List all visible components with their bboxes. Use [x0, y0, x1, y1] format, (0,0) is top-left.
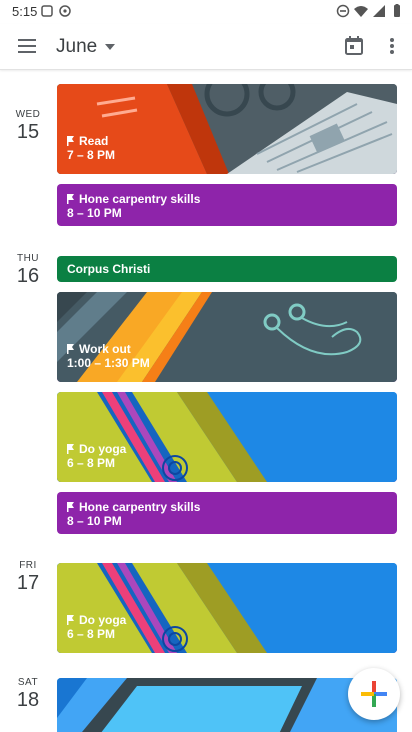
status-left-icons: [40, 4, 72, 18]
event-do-yoga[interactable]: Do yoga 6 – 8 PM: [57, 392, 397, 482]
event-text: Do yoga 6 – 8 PM: [67, 613, 126, 641]
event-title: Do yoga: [79, 613, 127, 627]
event-title: Read: [79, 134, 109, 148]
event-text: Read 7 – 8 PM: [67, 134, 115, 162]
event-time: 7 – 8 PM: [67, 148, 116, 162]
event-read[interactable]: Read 7 – 8 PM: [57, 84, 397, 174]
event-text: Work out 1:00 – 1:30 PM: [67, 342, 150, 370]
chevron-down-icon: [105, 44, 116, 50]
more-options-button[interactable]: [384, 34, 400, 58]
event-text: Corpus Christi: [67, 262, 150, 276]
day-of-week: SAT: [17, 677, 39, 688]
day-of-week: FRI: [19, 560, 37, 571]
month-selector[interactable]: June: [56, 34, 116, 60]
create-event-button[interactable]: [348, 668, 400, 720]
event-title: Hone carpentry skills: [79, 192, 201, 206]
event-title: Work out: [79, 342, 131, 356]
event-time: 8 – 10 PM: [67, 206, 122, 220]
day-number: 15: [16, 121, 40, 143]
day-label-wed-15[interactable]: WED 15: [0, 109, 56, 144]
event-corpus-christi[interactable]: Corpus Christi: [57, 256, 397, 282]
event-hone-carpentry-skills[interactable]: Hone carpentry skills 8 – 10 PM: [57, 492, 397, 534]
event-time: 1:00 – 1:30 PM: [67, 356, 150, 370]
flag-icon: [67, 194, 74, 204]
event-text: Do yoga 6 – 8 PM: [67, 442, 126, 470]
menu-icon: [18, 39, 36, 53]
day-of-week: THU: [16, 253, 40, 264]
dnd-icon: [336, 4, 350, 18]
day-number: 16: [16, 265, 40, 287]
battery-icon: [394, 4, 400, 17]
calendar-today-icon: [345, 36, 363, 55]
signal-icon: [373, 5, 385, 17]
sync-icon: [59, 5, 71, 17]
event-hone-carpentry-skills[interactable]: Hone carpentry skills 8 – 10 PM: [57, 184, 397, 226]
app-bar: June: [0, 24, 412, 70]
today-button[interactable]: [342, 34, 366, 58]
laptop-illustration: [57, 678, 397, 732]
day-number: 17: [16, 572, 40, 594]
event-title: Hone carpentry skills: [79, 500, 201, 514]
day-label-fri-17[interactable]: FRI 17: [0, 560, 56, 595]
event-title: Corpus Christi: [67, 262, 151, 276]
more-vert-icon: [390, 38, 394, 54]
day-label-sat-18[interactable]: SAT 18: [0, 677, 56, 712]
menu-button[interactable]: [14, 34, 42, 58]
wifi-icon: [354, 6, 368, 17]
status-bar: 5:15: [0, 0, 412, 24]
status-time: 5:15: [12, 4, 38, 19]
flag-icon: [67, 136, 74, 146]
day-label-thu-16[interactable]: THU 16: [0, 253, 56, 288]
event-time: 6 – 8 PM: [67, 456, 116, 470]
day-of-week: WED: [15, 109, 41, 120]
notification-icon: [41, 5, 53, 17]
event-work-out[interactable]: Work out 1:00 – 1:30 PM: [57, 292, 397, 382]
event-time: 6 – 8 PM: [67, 627, 116, 641]
event-partial[interactable]: [57, 678, 397, 732]
event-text: Hone carpentry skills 8 – 10 PM: [67, 500, 200, 528]
flag-icon: [67, 502, 74, 512]
flag-icon: [67, 344, 74, 354]
flag-icon: [67, 444, 74, 454]
flag-icon: [67, 615, 74, 625]
month-label: June: [56, 36, 98, 57]
schedule-list[interactable]: WED 15 Read 7 – 8 PM Hone carpentry skil…: [0, 71, 412, 732]
event-text: Hone carpentry skills 8 – 10 PM: [67, 192, 200, 220]
event-time: 8 – 10 PM: [67, 514, 122, 528]
status-right-icons: [336, 4, 404, 18]
event-title: Do yoga: [79, 442, 127, 456]
add-icon: [361, 681, 387, 707]
day-number: 18: [16, 689, 40, 711]
event-do-yoga[interactable]: Do yoga 6 – 8 PM: [57, 563, 397, 653]
